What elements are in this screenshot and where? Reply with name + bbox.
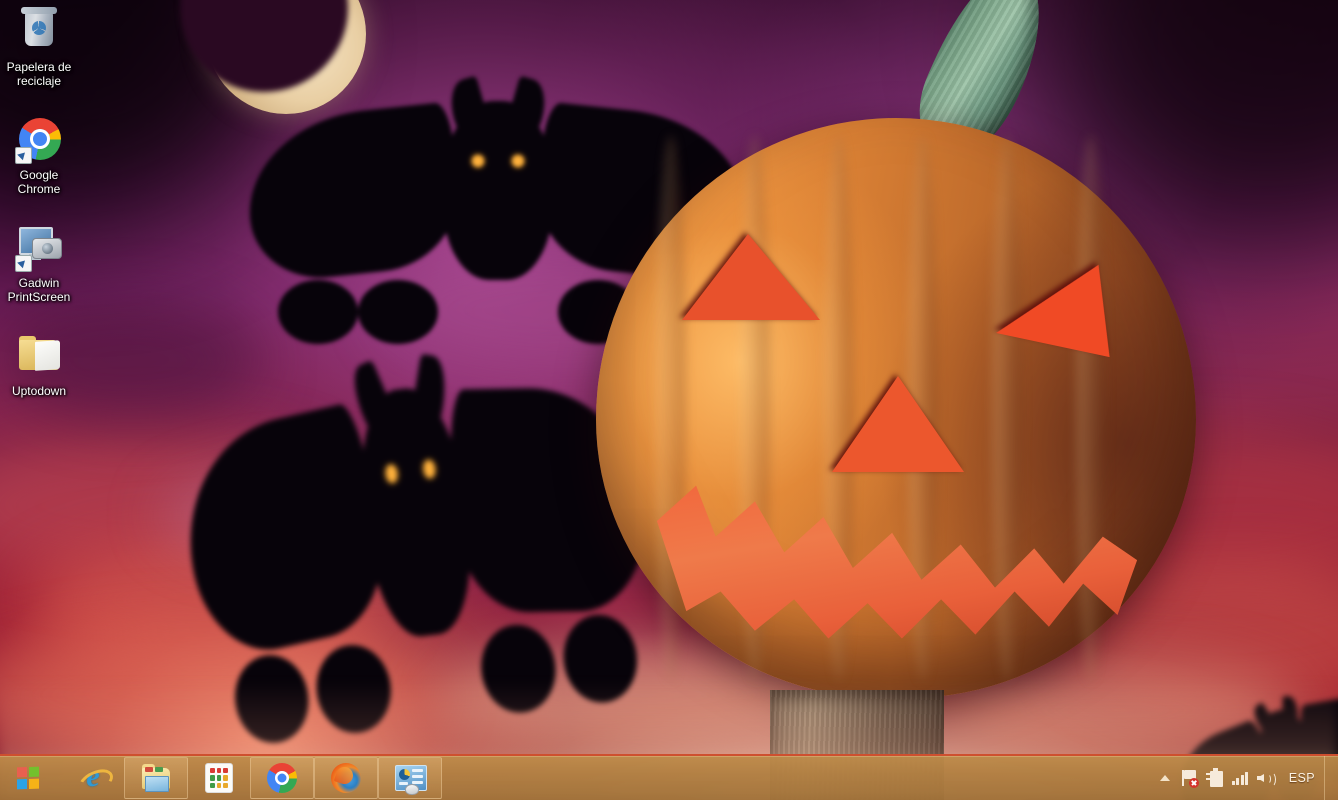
speaker-icon bbox=[1256, 770, 1277, 787]
panel-bar bbox=[412, 769, 423, 772]
folder-window bbox=[145, 776, 169, 792]
chrome-wheel bbox=[267, 763, 297, 793]
flag-alert-icon bbox=[1181, 770, 1199, 788]
tray-icon-battery[interactable] bbox=[1202, 758, 1228, 798]
bat-wing-scallop bbox=[278, 280, 358, 345]
desktop-icon-google-chrome[interactable]: Google Chrome bbox=[0, 116, 78, 196]
taskbar-button-file-explorer[interactable] bbox=[124, 757, 188, 799]
pumpkin-eye-right bbox=[996, 246, 1128, 358]
pumpkin-nose bbox=[832, 376, 964, 472]
shortcut-arrow-icon bbox=[15, 147, 32, 164]
start-button[interactable] bbox=[0, 757, 56, 799]
recycle-arrows-icon bbox=[32, 21, 46, 35]
taskbar[interactable]: ESP bbox=[0, 754, 1338, 800]
camera-icon bbox=[32, 238, 62, 259]
panel-dial bbox=[399, 769, 410, 780]
taskbar-button-google-chrome[interactable] bbox=[250, 757, 314, 799]
tray-icon-action-center[interactable] bbox=[1176, 758, 1202, 798]
pumpkin-eye-left bbox=[682, 234, 820, 320]
tray-icon-volume[interactable] bbox=[1254, 758, 1280, 798]
speaker-wave bbox=[1267, 771, 1276, 787]
language-indicator[interactable]: ESP bbox=[1280, 758, 1324, 798]
network-signal-icon bbox=[1231, 771, 1250, 785]
shortcut-arrow-icon bbox=[15, 255, 32, 272]
mouse-icon bbox=[405, 784, 419, 795]
taskbar-button-internet-explorer[interactable] bbox=[62, 758, 124, 798]
folder-pin-red bbox=[145, 767, 153, 772]
windows-logo-icon bbox=[17, 766, 39, 790]
apps-grid-icon bbox=[203, 762, 235, 794]
firefox-glyph bbox=[331, 763, 361, 793]
desktop-wallpaper[interactable] bbox=[0, 0, 1338, 800]
bat-wing-left bbox=[240, 101, 466, 286]
internet-explorer-icon bbox=[77, 762, 109, 794]
error-badge-icon bbox=[1188, 778, 1199, 788]
folder-front bbox=[35, 340, 60, 371]
control-panel-icon bbox=[394, 762, 427, 795]
folder-uptodown-icon bbox=[15, 332, 63, 380]
show-desktop-button[interactable] bbox=[1324, 756, 1334, 800]
bat-eye-left bbox=[385, 464, 399, 484]
recycle-bin-icon bbox=[15, 7, 63, 56]
bat-ear-right bbox=[407, 354, 451, 443]
taskbar-button-mozilla-firefox[interactable] bbox=[314, 757, 378, 799]
desktop-icon-recycle-bin[interactable]: Papelera de reciclaje bbox=[0, 7, 78, 88]
firefox-icon bbox=[330, 762, 362, 794]
folder-pin-green bbox=[155, 767, 163, 772]
system-tray: ESP bbox=[1154, 756, 1338, 800]
google-chrome-icon bbox=[15, 116, 63, 164]
bat-eye-right bbox=[422, 459, 436, 479]
taskbar-button-control-panel[interactable] bbox=[378, 757, 442, 799]
bat-body bbox=[443, 75, 553, 281]
desktop-icon-uptodown[interactable]: Uptodown bbox=[0, 332, 78, 398]
desktop-icon-label: Google Chrome bbox=[17, 168, 61, 196]
pumpkin-face bbox=[596, 118, 1196, 698]
desktop-icon-gadwin-printscreen[interactable]: Gadwin PrintScreen bbox=[0, 224, 78, 304]
grid-tile bbox=[205, 763, 233, 793]
pumpkin-mouth bbox=[656, 485, 1138, 639]
desktop-icon-label: Gadwin PrintScreen bbox=[7, 276, 71, 304]
battery-shell bbox=[1209, 771, 1223, 787]
gadwin-printscreen-icon bbox=[15, 224, 63, 272]
bat-eye-right bbox=[512, 154, 525, 168]
show-hidden-icons-button[interactable] bbox=[1154, 758, 1176, 798]
google-chrome-icon bbox=[266, 762, 298, 794]
jack-o-lantern bbox=[596, 118, 1196, 698]
speaker-cone bbox=[1256, 774, 1264, 782]
bat-eye-left bbox=[471, 154, 484, 168]
battery-icon bbox=[1205, 768, 1224, 787]
taskbar-button-apps-grid[interactable] bbox=[188, 758, 250, 798]
taskbar-buttons bbox=[62, 757, 442, 799]
tray-icon-network[interactable] bbox=[1228, 758, 1254, 798]
chevron-up-icon bbox=[1159, 775, 1170, 781]
panel-bar bbox=[412, 775, 423, 778]
desktop-icon-label: Papelera de reciclaje bbox=[6, 60, 72, 88]
ie-glyph bbox=[77, 762, 109, 794]
desktop-icon-label: Uptodown bbox=[11, 384, 67, 398]
file-explorer-icon bbox=[140, 762, 172, 794]
bin-body bbox=[21, 7, 57, 46]
